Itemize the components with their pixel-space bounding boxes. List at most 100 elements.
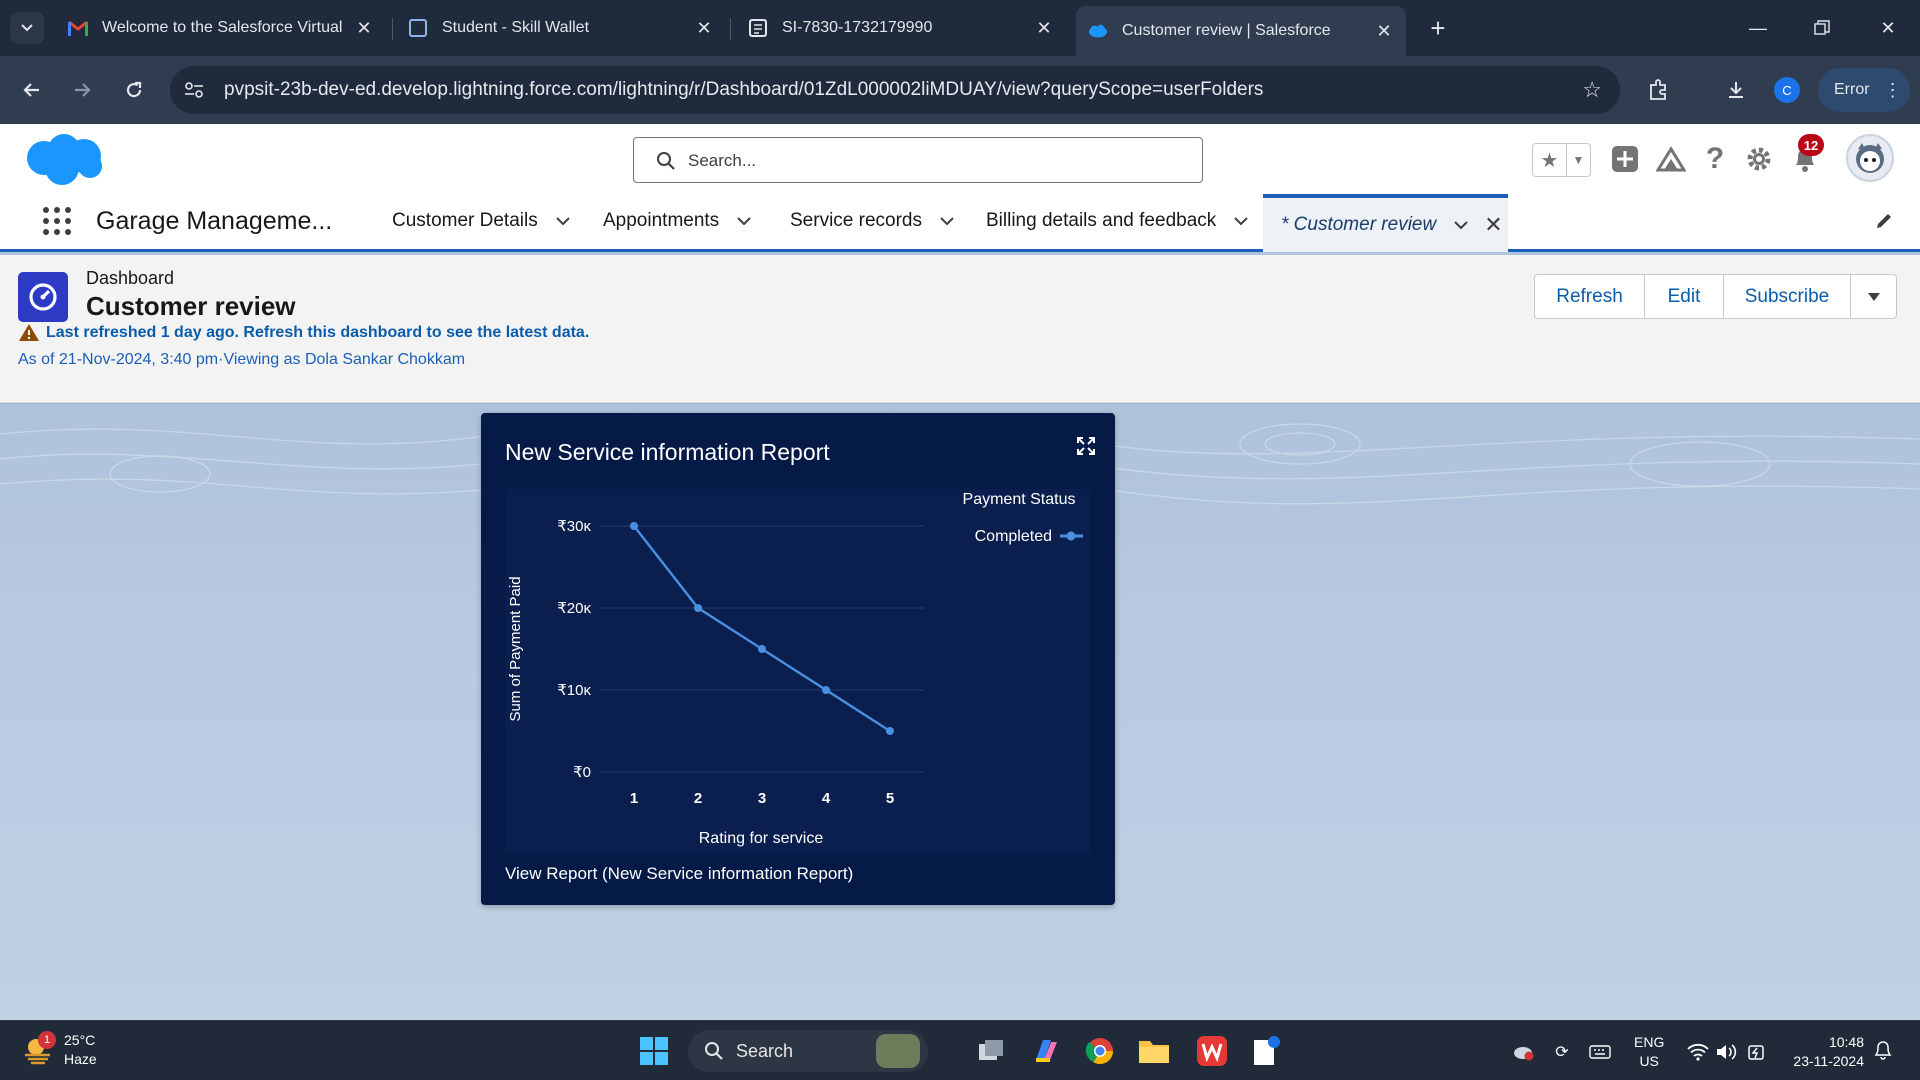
setup-button[interactable] <box>1742 142 1776 176</box>
chevron-down-icon[interactable] <box>940 214 954 228</box>
app-launcher-button[interactable] <box>40 204 74 238</box>
new-tab-button[interactable]: + <box>1422 12 1454 44</box>
extensions-icon[interactable] <box>1642 74 1674 106</box>
restore-button[interactable] <box>1802 12 1842 44</box>
trailhead-button[interactable] <box>1654 142 1688 176</box>
refresh-button[interactable]: Refresh <box>1535 275 1645 318</box>
view-report-link[interactable]: View Report (New Service information Rep… <box>505 864 853 884</box>
browser-tab-skill-wallet[interactable]: Student - Skill Wallet ✕ <box>396 8 726 48</box>
keyboard-icon[interactable] <box>1588 1040 1612 1064</box>
download-icon[interactable] <box>1720 74 1752 106</box>
bookmark-star-icon[interactable]: ☆ <box>1582 77 1602 103</box>
close-tab-icon[interactable]: ✕ <box>1034 18 1054 39</box>
global-actions-button[interactable] <box>1608 142 1642 176</box>
taskbar-search[interactable]: Search <box>688 1030 928 1072</box>
nav-item-service-records[interactable]: Service records <box>790 210 954 232</box>
chevron-down-icon[interactable] <box>737 214 751 228</box>
chevron-down-icon <box>21 24 33 32</box>
taskbar-search-label: Search <box>736 1040 794 1061</box>
back-button[interactable] <box>14 72 50 108</box>
as-of-text: As of 21-Nov-2024, 3:40 pm·Viewing as Do… <box>18 351 466 368</box>
input-language[interactable]: ENG US <box>1634 1033 1664 1071</box>
tab-search-button[interactable] <box>10 12 44 44</box>
browser-tab-customer-review[interactable]: Customer review | Salesforce ✕ <box>1076 6 1406 56</box>
minimize-button[interactable]: — <box>1738 12 1778 44</box>
refresh-warning-text[interactable]: Last refreshed 1 day ago. Refresh this d… <box>46 324 589 342</box>
windows-logo-icon <box>640 1037 668 1065</box>
user-avatar[interactable] <box>1846 134 1894 182</box>
close-tab-icon[interactable]: ✕ <box>694 18 714 39</box>
astro-avatar-icon <box>1856 143 1884 173</box>
nav-tab-customer-review[interactable]: * Customer review ✕ <box>1263 194 1508 252</box>
task-view-icon[interactable] <box>974 1033 1010 1069</box>
chrome-icon[interactable] <box>1082 1033 1118 1069</box>
plus-icon <box>1612 146 1638 172</box>
start-button[interactable] <box>639 1036 669 1071</box>
dot <box>43 207 49 213</box>
reload-button[interactable] <box>116 72 152 108</box>
weather-widget[interactable]: 1 25°C Haze <box>22 1031 97 1069</box>
question-mark-icon: ? <box>1705 142 1725 175</box>
browser-tab-document[interactable]: SI-7830-1732179990 ✕ <box>736 8 1066 48</box>
sync-icon[interactable]: ⟳ <box>1550 1040 1574 1064</box>
close-tab-icon[interactable]: ✕ <box>1374 21 1394 42</box>
browser-tab-gmail[interactable]: Welcome to the Salesforce Virtual ✕ <box>56 8 386 48</box>
wps-office-icon[interactable] <box>1194 1033 1230 1069</box>
data-point <box>694 604 702 612</box>
caret-down-icon: ▼ <box>1572 153 1585 167</box>
profile-error-button[interactable]: Error ⋮ <box>1818 68 1910 112</box>
notes-app-icon[interactable] <box>1248 1033 1284 1069</box>
close-tab-icon[interactable]: ✕ <box>354 18 374 39</box>
notification-count-badge: 12 <box>1798 134 1824 156</box>
x-tick-label: 5 <box>886 790 894 807</box>
cloud-error-icon[interactable] <box>1512 1040 1536 1064</box>
forward-button[interactable] <box>64 72 100 108</box>
y-axis-title: Sum of Payment Paid <box>507 576 524 721</box>
windows-taskbar: 1 25°C Haze Search ⟳ ENG US 10:48 23-11-… <box>0 1020 1920 1080</box>
close-window-button[interactable]: ✕ <box>1868 12 1908 44</box>
pencil-icon <box>1877 214 1891 228</box>
url-text: pvpsit-23b-dev-ed.develop.lightning.forc… <box>224 79 1264 100</box>
copilot-icon[interactable] <box>1028 1033 1064 1069</box>
close-icon[interactable]: ✕ <box>1484 212 1502 238</box>
chevron-down-icon[interactable] <box>1454 218 1468 232</box>
favorites-button[interactable]: ★ ▼ <box>1532 143 1591 177</box>
expand-icon <box>1077 437 1095 455</box>
data-point <box>822 686 830 694</box>
warning-icon <box>19 324 39 341</box>
address-bar[interactable]: pvpsit-23b-dev-ed.develop.lightning.forc… <box>170 66 1620 114</box>
nav-item-customer-details[interactable]: Customer Details <box>392 210 570 232</box>
app-name: Garage Manageme... <box>96 207 333 235</box>
region-code: US <box>1639 1053 1659 1069</box>
edit-button[interactable]: Edit <box>1645 275 1724 318</box>
salesforce-global-header: Search... ★ ▼ ? 12 <box>0 124 1920 190</box>
data-point <box>886 727 894 735</box>
help-button[interactable]: ? <box>1698 142 1732 176</box>
volume-icon[interactable] <box>1714 1040 1738 1064</box>
system-clock[interactable]: 10:48 23-11-2024 <box>1784 1033 1864 1071</box>
chart-area: ₹30ĸ ₹20ĸ ₹10ĸ ₹0 1 2 3 4 5 Rating for service Sum… <box>505 489 1091 853</box>
legend-title: Payment Status <box>963 491 1076 508</box>
app-navigation-bar: Garage Manageme... Customer Details Appo… <box>0 190 1920 252</box>
tab-title: Welcome to the Salesforce Virtual <box>102 19 343 36</box>
chevron-down-icon[interactable] <box>1234 214 1248 228</box>
notification-center-icon[interactable] <box>1874 1040 1892 1065</box>
skillwallet-icon <box>408 18 428 38</box>
more-actions-button[interactable] <box>1851 275 1896 318</box>
salesforce-logo[interactable] <box>22 132 106 193</box>
expand-widget-button[interactable] <box>1077 437 1095 460</box>
site-settings-icon[interactable] <box>182 78 206 102</box>
chevron-down-icon[interactable] <box>556 214 570 228</box>
profile-avatar[interactable]: C <box>1774 77 1800 103</box>
wifi-icon[interactable] <box>1686 1040 1710 1064</box>
global-search-input[interactable]: Search... <box>633 137 1203 183</box>
file-explorer-icon[interactable] <box>1136 1033 1172 1069</box>
nav-item-billing-details[interactable]: Billing details and feedback <box>986 210 1248 232</box>
dashboard-header: Dashboard Customer review Last refreshed… <box>0 255 1920 403</box>
subscribe-button[interactable]: Subscribe <box>1724 275 1851 318</box>
x-tick-label: 4 <box>822 790 831 807</box>
edit-nav-button[interactable] <box>1874 211 1894 236</box>
battery-charging-icon[interactable] <box>1744 1040 1768 1064</box>
nav-item-appointments[interactable]: Appointments <box>603 210 751 232</box>
weather-temp: 25°C <box>64 1032 96 1048</box>
